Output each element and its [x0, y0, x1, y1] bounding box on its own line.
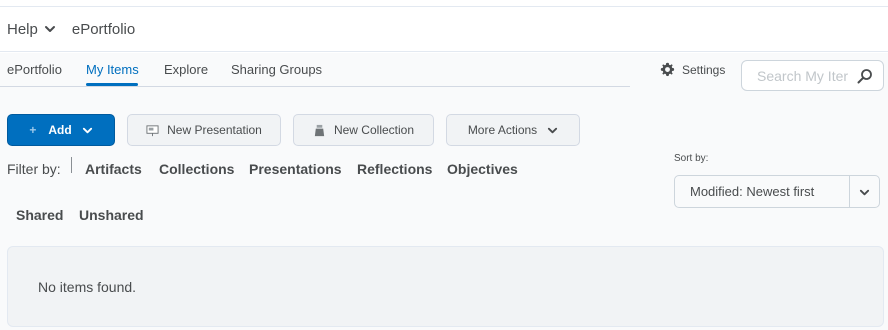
chevron-down-icon: [44, 26, 55, 32]
help-label: Help: [7, 20, 38, 38]
search-icon[interactable]: [857, 68, 873, 84]
empty-results-panel: No items found.: [7, 246, 884, 327]
more-actions-button[interactable]: More Actions: [446, 114, 580, 146]
help-menu[interactable]: Help: [7, 21, 56, 38]
new-presentation-button[interactable]: New Presentation: [127, 114, 281, 146]
tab-my-items[interactable]: My Items: [86, 62, 139, 77]
tab-explore[interactable]: Explore: [164, 62, 208, 77]
add-button[interactable]: + Add: [7, 114, 115, 146]
page-title: ePortfolio: [71, 20, 136, 38]
settings-link[interactable]: Settings: [660, 62, 725, 77]
sort-selected-value: Modified: Newest first: [690, 184, 815, 199]
tab-sharing-groups[interactable]: Sharing Groups: [231, 62, 322, 77]
presentation-icon: [146, 124, 159, 136]
filter-label: Filter by:: [7, 161, 61, 177]
new-presentation-label: New Presentation: [167, 123, 262, 137]
new-collection-label: New Collection: [333, 123, 415, 137]
filter-unshared[interactable]: Unshared: [79, 207, 144, 223]
new-collection-button[interactable]: New Collection: [293, 114, 434, 146]
top-navbar: Help ePortfolio: [0, 6, 888, 52]
filter-objectives[interactable]: Objectives: [447, 161, 518, 177]
empty-message: No items found.: [38, 279, 137, 295]
active-tab-indicator: [86, 83, 138, 86]
tab-bar: ePortfolio My Items Explore Sharing Grou…: [0, 53, 630, 87]
main-content: ePortfolio My Items Explore Sharing Grou…: [0, 53, 888, 330]
select-divider: [849, 176, 850, 207]
add-label: Add: [48, 123, 72, 137]
filter-presentations[interactable]: Presentations: [249, 161, 342, 177]
more-actions-label: More Actions: [467, 123, 538, 137]
search-box: [741, 60, 884, 91]
filter-shared[interactable]: Shared: [16, 207, 63, 223]
settings-label: Settings: [682, 62, 726, 77]
collection-icon: [314, 124, 325, 136]
filter-divider: [71, 157, 72, 173]
filter-artifacts[interactable]: Artifacts: [85, 161, 142, 177]
tab-eportfolio[interactable]: ePortfolio: [7, 62, 62, 77]
filter-reflections[interactable]: Reflections: [357, 161, 432, 177]
search-input[interactable]: [742, 61, 854, 90]
filter-collections[interactable]: Collections: [159, 161, 234, 177]
chevron-down-icon: [859, 189, 870, 196]
chevron-down-icon: [82, 127, 92, 133]
plus-icon: +: [29, 123, 37, 137]
gear-icon: [660, 62, 675, 77]
sort-label: Sort by:: [674, 153, 709, 164]
sort-select[interactable]: Modified: Newest first: [674, 175, 880, 208]
chevron-down-icon: [548, 127, 558, 133]
